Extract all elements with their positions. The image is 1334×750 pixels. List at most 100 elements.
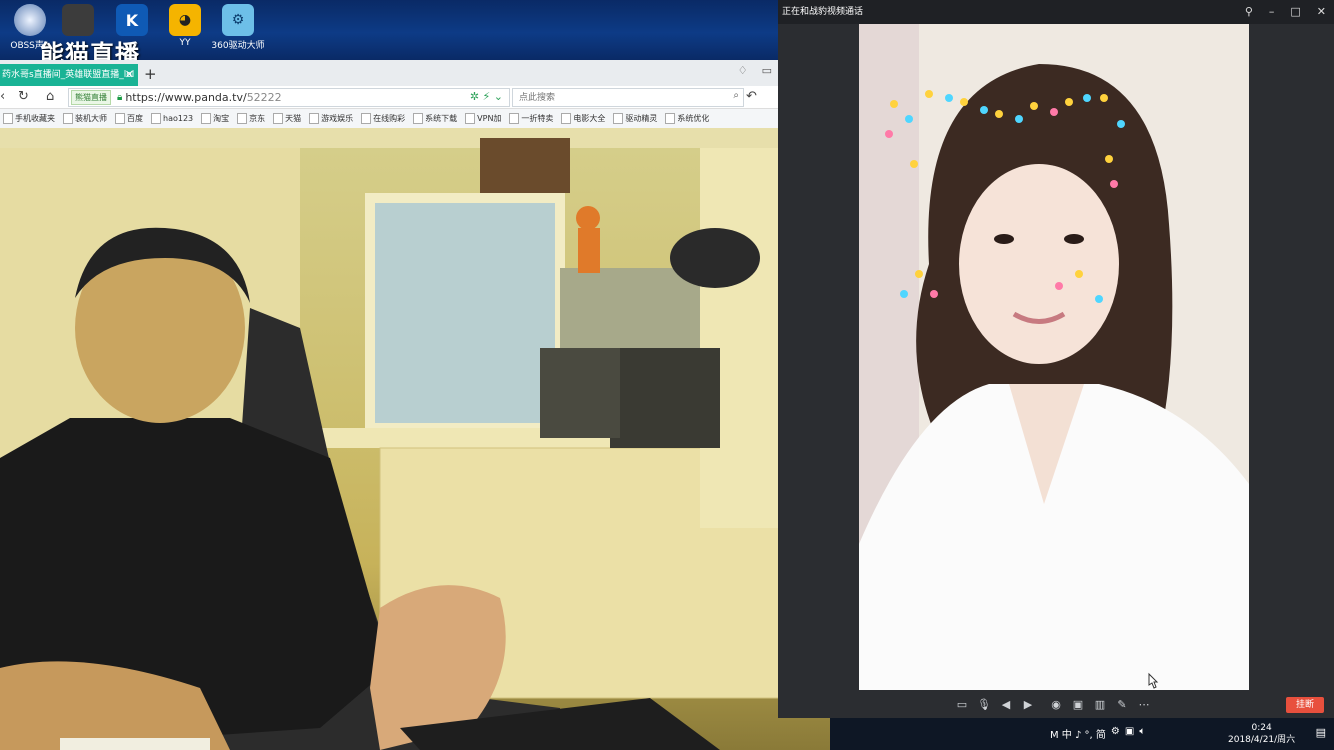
close-icon[interactable]: ✕: [1317, 0, 1326, 24]
desktop-icon-360[interactable]: ⚙ 360驱动大师: [208, 4, 268, 51]
bookmark-item[interactable]: 淘宝: [198, 113, 234, 124]
minimize-icon[interactable]: ▭: [762, 64, 772, 77]
desktop-icon-kx[interactable]: K: [102, 4, 162, 38]
browser-window: 药水哥s直播间_英雄联盟直播_lol ✕ + ♢ ▭ ‹ ↻ ⌂ 熊猫直播 🔒︎…: [0, 60, 778, 128]
bookmark-label: VPN加: [477, 114, 502, 123]
desktop: OBSS声1 K ◕ YY ⚙ 360驱动大师 能猫直播: [0, 0, 780, 68]
page-icon: [151, 113, 161, 124]
stream-video: [0, 128, 830, 750]
mic-icon[interactable]: 🎙︎: [976, 698, 992, 712]
layout-icon[interactable]: ▥: [1092, 698, 1108, 712]
site-badge: 熊猫直播: [71, 90, 111, 105]
desktop-icon-label: 360驱动大师: [211, 41, 265, 51]
bookmark-label: hao123: [163, 114, 194, 123]
bookmark-item[interactable]: 在线购彩: [358, 113, 410, 124]
speed-icon[interactable]: ✲ ⚡ ⌄: [470, 90, 503, 103]
desktop-icon-app[interactable]: [48, 4, 108, 38]
clock[interactable]: 0:24 2018/4/21/周六: [1228, 722, 1295, 746]
kx-icon: K: [116, 4, 148, 36]
hangup-button[interactable]: 挂断: [1286, 697, 1324, 713]
bookmark-item[interactable]: 驱动精灵: [610, 113, 662, 124]
bookmarks-bar: 手机收藏夹 装机大师 百度 hao123 淘宝 京东 天猫 游戏娱乐 在线购彩 系统下载 VPN加 一…: [0, 109, 778, 128]
volume-icon[interactable]: 🔈︎: [1139, 726, 1145, 741]
search-icon[interactable]: ⌕: [733, 90, 739, 101]
page-icon: [413, 113, 424, 124]
desktop-icon-label: YY: [179, 38, 191, 48]
refresh-icon[interactable]: ↻: [18, 89, 29, 104]
bookmark-item[interactable]: 百度: [112, 113, 148, 124]
page-icon: [63, 113, 73, 124]
bookmark-label: 系统下载: [425, 114, 458, 123]
bookmark-item[interactable]: 手机收藏夹: [0, 113, 60, 124]
page-icon: [561, 113, 572, 124]
bookmark-label: 在线购彩: [373, 114, 406, 123]
nav-bar: ‹ ↻ ⌂ 熊猫直播 🔒︎ https://www.panda.tv/52222…: [0, 86, 778, 109]
tab-title: 药水哥s直播间_英雄联盟直播_lol: [2, 70, 135, 80]
edit-icon[interactable]: ✎: [1114, 698, 1130, 712]
bookmark-item[interactable]: 游戏娱乐: [306, 113, 358, 124]
bookmark-item[interactable]: 系统优化: [662, 113, 714, 124]
snapshot-icon[interactable]: ◉: [1048, 698, 1064, 712]
bookmark-label: 电影大全: [573, 114, 606, 123]
page-icon: [3, 113, 13, 124]
undo-icon[interactable]: ↶: [746, 89, 757, 104]
bookmark-item[interactable]: VPN加: [462, 113, 506, 124]
bookmark-item[interactable]: 京东: [234, 113, 270, 124]
search-input[interactable]: [517, 89, 721, 106]
back-icon[interactable]: ‹: [0, 89, 5, 104]
bookmark-label: 驱动精灵: [625, 114, 658, 123]
call-titlebar: 正在和战豹视频通话 ⚲ – □ ✕: [778, 0, 1334, 24]
camera-icon[interactable]: ▶: [1020, 698, 1036, 712]
speaker-icon[interactable]: ◀: [998, 698, 1014, 712]
video-call-window: 正在和战豹视频通话 ⚲ – □ ✕ ▭ 🎙︎ ◀ ▶ ◉ ▣ ▥ ✎ ⋯ 挂断: [778, 0, 1334, 718]
maximize-icon[interactable]: □: [1290, 0, 1300, 24]
record-icon[interactable]: ▣: [1070, 698, 1086, 712]
close-icon[interactable]: ✕: [125, 64, 134, 86]
url-text: https://www.panda.tv/52222: [125, 91, 281, 104]
url-path: 52222: [246, 91, 282, 104]
call-window-controls: ⚲ – □ ✕: [1245, 0, 1326, 24]
bookmark-label: 百度: [127, 114, 143, 123]
system-tray[interactable]: M 中 ♪ °, 简 ⚙ ▣ 🔈︎: [1050, 726, 1145, 741]
page-icon: [273, 113, 284, 124]
page-icon: [665, 113, 676, 124]
taskbar: M 中 ♪ °, 简 ⚙ ▣ 🔈︎ 0:24 2018/4/21/周六 ▤: [830, 718, 1334, 750]
minimize-icon[interactable]: –: [1269, 0, 1275, 24]
new-tab-button[interactable]: +: [144, 64, 157, 84]
bookmark-label: 手机收藏夹: [15, 114, 55, 123]
bookmark-item[interactable]: 一折特卖: [506, 113, 558, 124]
notification-icon[interactable]: ▤: [1316, 726, 1326, 739]
shirt-icon[interactable]: ♢: [738, 64, 748, 77]
home-icon[interactable]: ⌂: [46, 89, 54, 104]
bookmark-item[interactable]: 系统下载: [410, 113, 462, 124]
pin-icon[interactable]: ⚲: [1245, 0, 1253, 24]
search-box[interactable]: ⌕: [512, 88, 744, 107]
tab-active[interactable]: 药水哥s直播间_英雄联盟直播_lol ✕: [0, 64, 138, 86]
browser-window-controls: ♢ ▭: [738, 64, 772, 77]
page-icon: [509, 113, 520, 124]
call-toolbar: ▭ 🎙︎ ◀ ▶ ◉ ▣ ▥ ✎ ⋯ 挂断: [828, 694, 1334, 716]
bookmark-item[interactable]: 装机大师: [60, 113, 112, 124]
call-title: 正在和战豹视频通话: [782, 7, 864, 17]
desktop-icon-yy[interactable]: ◕ YY: [155, 4, 215, 48]
address-bar[interactable]: 熊猫直播 🔒︎ https://www.panda.tv/52222 ✲ ⚡ ⌄: [68, 88, 510, 107]
network-icon[interactable]: ▣: [1125, 726, 1134, 741]
lock-icon: 🔒︎: [117, 92, 123, 103]
clock-time: 0:24: [1251, 723, 1272, 733]
bookmark-label: 一折特卖: [521, 114, 554, 123]
yy-icon: ◕: [169, 4, 201, 36]
gear-icon[interactable]: ⚙: [1111, 726, 1120, 741]
bookmark-label: 游戏娱乐: [321, 114, 354, 123]
page-icon: [361, 113, 372, 124]
bookmark-item[interactable]: hao123: [148, 113, 198, 124]
bookmark-item[interactable]: 电影大全: [558, 113, 610, 124]
tab-strip: 药水哥s直播间_英雄联盟直播_lol ✕ + ♢ ▭: [0, 60, 778, 86]
remote-video-scene: [859, 24, 1249, 690]
bookmark-item[interactable]: 天猫: [270, 113, 306, 124]
page-icon: [613, 113, 624, 124]
stream-scene: [0, 128, 830, 750]
input-method-status[interactable]: M 中 ♪ °, 简: [1050, 726, 1106, 741]
more-icon[interactable]: ⋯: [1136, 698, 1152, 712]
page-icon: [309, 113, 320, 124]
chat-icon[interactable]: ▭: [954, 698, 970, 712]
